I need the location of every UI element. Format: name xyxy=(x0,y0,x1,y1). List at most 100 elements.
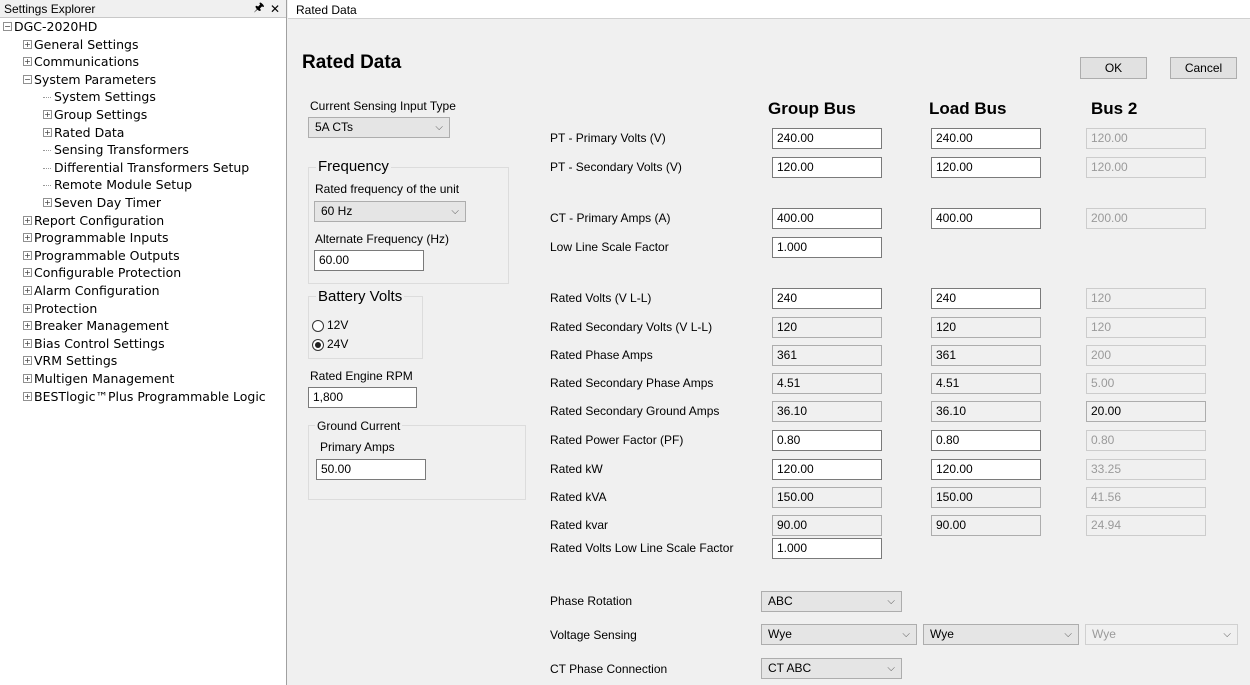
tree-node[interactable]: System Settings xyxy=(43,88,156,106)
rated-engine-rpm-label: Rated Engine RPM xyxy=(310,369,413,383)
battery-12v-radio[interactable]: 12V xyxy=(312,318,348,332)
group-bus-value-field[interactable]: 120.00 xyxy=(772,459,882,480)
tree-node[interactable]: + Communications xyxy=(23,53,139,71)
tree-node-label: Seven Day Timer xyxy=(54,195,161,210)
battery-24v-radio[interactable]: 24V xyxy=(312,337,348,351)
tree-connector xyxy=(43,150,51,152)
expand-icon[interactable]: + xyxy=(23,338,32,348)
tree-node-label: Alarm Configuration xyxy=(34,283,160,298)
voltage-sensing-load-dropdown[interactable]: Wye ⌵ xyxy=(923,624,1079,645)
tree-node-label: VRM Settings xyxy=(34,353,118,369)
group-bus-value-field[interactable]: 400.00 xyxy=(772,208,882,229)
group-bus-value-field[interactable]: 240.00 xyxy=(772,128,882,149)
expand-icon[interactable]: + xyxy=(23,303,32,313)
rated-engine-rpm-input[interactable]: 1,800 xyxy=(308,387,417,408)
group-bus-value-field[interactable]: 240 xyxy=(772,288,882,309)
close-icon[interactable]: ✕ xyxy=(268,2,282,16)
tree-node[interactable]: + Protection xyxy=(23,300,97,318)
primary-amps-label: Primary Amps xyxy=(320,440,395,454)
tree-node[interactable]: + General Settings xyxy=(23,36,139,54)
phase-rotation-dropdown[interactable]: ABC ⌵ xyxy=(761,591,902,612)
load-bus-value-field[interactable]: 90.00 xyxy=(931,515,1041,536)
group-bus-value-field[interactable]: 90.00 xyxy=(772,515,882,536)
column-header-bus-2: Bus 2 xyxy=(1091,99,1138,118)
load-bus-value-field[interactable]: 4.51 xyxy=(931,373,1041,394)
expand-icon[interactable]: + xyxy=(23,233,32,243)
load-bus-value-field[interactable]: 0.80 xyxy=(931,430,1041,451)
load-bus-value-field[interactable]: 36.10 xyxy=(931,401,1041,422)
battery-24v-label: 24V xyxy=(327,337,349,351)
expand-icon[interactable]: + xyxy=(23,250,32,260)
expand-icon[interactable]: + xyxy=(23,374,32,383)
expand-icon[interactable]: + xyxy=(23,321,32,331)
tree-node-label: Report Configuration xyxy=(34,212,165,228)
voltage-sensing-group-dropdown[interactable]: Wye ⌵ xyxy=(761,624,917,645)
tree-node-label: Programmable Outputs xyxy=(34,247,180,263)
radio-unchecked-icon xyxy=(312,319,324,332)
tree-node[interactable]: − System Parameters xyxy=(23,71,156,89)
expand-icon[interactable]: + xyxy=(43,127,52,137)
alternate-frequency-input[interactable]: 60.00 xyxy=(314,250,424,271)
tree-node[interactable]: Remote Module Setup xyxy=(43,176,192,194)
tree-node[interactable]: + Multigen Management xyxy=(23,370,174,388)
tree-node[interactable]: + BESTlogic™Plus Programmable Logic xyxy=(23,388,266,406)
tree-connector xyxy=(43,167,51,169)
expand-icon[interactable]: + xyxy=(23,286,32,295)
tree-node-label: Rated Data xyxy=(54,124,125,140)
group-bus-value-field[interactable]: 0.80 xyxy=(772,430,882,451)
tree-node[interactable]: + Bias Control Settings xyxy=(23,335,165,353)
bus2-value-field[interactable]: 20.00 xyxy=(1086,401,1206,422)
tree-node[interactable]: + Breaker Management xyxy=(23,317,169,335)
tree-node[interactable]: Sensing Transformers xyxy=(43,141,189,159)
ok-button[interactable]: OK xyxy=(1080,57,1147,79)
tree-node[interactable]: + Seven Day Timer xyxy=(43,194,161,212)
tree-node[interactable]: + Programmable Outputs xyxy=(23,247,180,265)
expand-icon[interactable]: + xyxy=(23,57,32,67)
primary-amps-input[interactable]: 50.00 xyxy=(316,459,426,480)
tree-node[interactable]: + Programmable Inputs xyxy=(23,229,169,247)
ct-phase-connection-dropdown[interactable]: CT ABC ⌵ xyxy=(761,658,902,679)
group-bus-value-field[interactable]: 36.10 xyxy=(772,401,882,422)
row-label: PT - Secondary Volts (V) xyxy=(550,160,682,174)
current-sensing-dropdown[interactable]: 5A CTs ⌵ xyxy=(308,117,450,138)
expand-icon[interactable]: + xyxy=(23,268,32,278)
expand-icon[interactable]: + xyxy=(43,110,52,119)
load-bus-value-field[interactable]: 120.00 xyxy=(931,157,1041,178)
tree-node[interactable]: + Rated Data xyxy=(43,124,124,142)
group-bus-value-field[interactable]: 4.51 xyxy=(772,373,882,394)
document-tab[interactable]: Rated Data xyxy=(288,0,1250,19)
collapse-icon[interactable]: − xyxy=(23,74,32,84)
group-bus-value-field[interactable]: 120 xyxy=(772,317,882,338)
tree-node[interactable]: + VRM Settings xyxy=(23,352,117,370)
group-bus-value-field[interactable]: 1.000 xyxy=(772,538,882,559)
expand-icon[interactable]: + xyxy=(43,198,52,207)
load-bus-value-field[interactable]: 120.00 xyxy=(931,459,1041,480)
tree-node[interactable]: Differential Transformers Setup xyxy=(43,159,249,177)
load-bus-value-field[interactable]: 400.00 xyxy=(931,208,1041,229)
group-bus-value-field[interactable]: 1.000 xyxy=(772,237,882,258)
tree-node-label: Multigen Management xyxy=(34,371,175,386)
load-bus-value-field[interactable]: 361 xyxy=(931,345,1041,366)
tree-node[interactable]: + Alarm Configuration xyxy=(23,282,160,300)
load-bus-value-field[interactable]: 240 xyxy=(931,288,1041,309)
group-bus-value-field[interactable]: 150.00 xyxy=(772,487,882,508)
expand-icon[interactable]: + xyxy=(23,215,32,225)
expand-icon[interactable]: + xyxy=(23,356,32,366)
pin-icon[interactable]: 🖈︎ xyxy=(252,0,266,19)
chevron-down-icon: ⌵ xyxy=(887,663,895,674)
rated-frequency-dropdown[interactable]: 60 Hz ⌵ xyxy=(314,201,466,222)
tree-node[interactable]: + Report Configuration xyxy=(23,212,164,230)
expand-icon[interactable]: + xyxy=(23,391,32,401)
group-bus-value-field[interactable]: 120.00 xyxy=(772,157,882,178)
battery-volts-group-title: Battery Volts xyxy=(316,288,405,305)
collapse-icon[interactable]: − xyxy=(3,22,12,31)
group-bus-value-field[interactable]: 361 xyxy=(772,345,882,366)
tree-node[interactable]: − DGC-2020HD xyxy=(3,18,97,36)
load-bus-value-field[interactable]: 240.00 xyxy=(931,128,1041,149)
tree-node[interactable]: + Configurable Protection xyxy=(23,264,181,282)
expand-icon[interactable]: + xyxy=(23,39,32,49)
cancel-button[interactable]: Cancel xyxy=(1170,57,1237,79)
tree-node[interactable]: + Group Settings xyxy=(43,106,147,124)
load-bus-value-field[interactable]: 120 xyxy=(931,317,1041,338)
load-bus-value-field[interactable]: 150.00 xyxy=(931,487,1041,508)
